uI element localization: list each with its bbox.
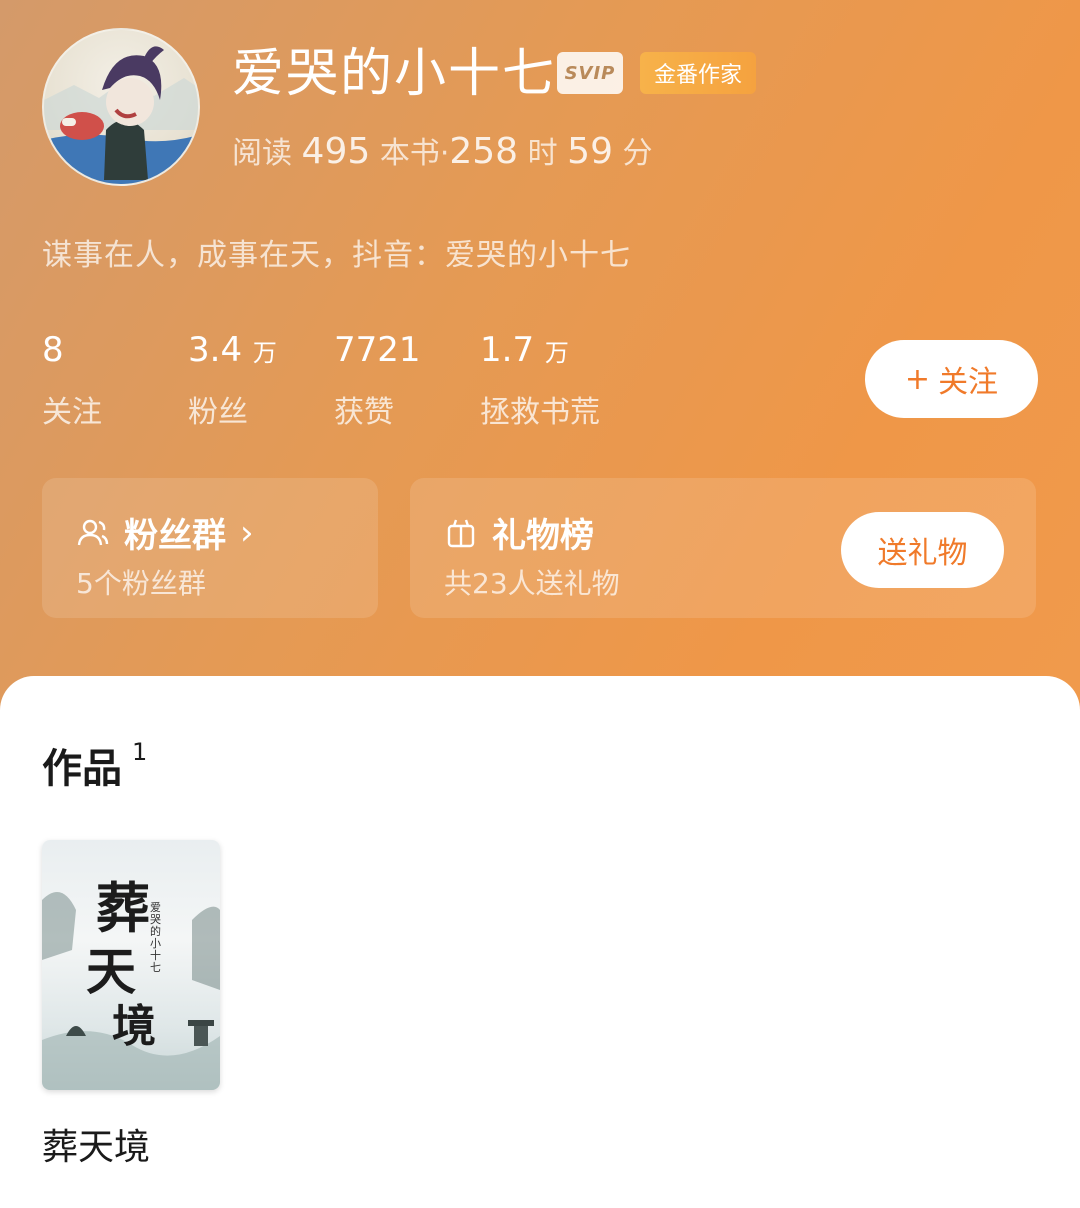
send-gift-button[interactable]: 送礼物 — [841, 512, 1004, 588]
stat-value: 8 — [42, 330, 64, 370]
stat-label: 关注 — [42, 395, 102, 430]
reading-stats: 阅读 495 本书·258 时 59 分 — [232, 130, 653, 176]
book-title[interactable]: 葬天境 — [42, 1118, 150, 1170]
cover-author: 爱哭的小十七 — [150, 901, 161, 974]
writer-badge[interactable]: 金番作家 — [640, 52, 756, 94]
read-label: 阅读 — [232, 136, 292, 171]
avatar[interactable] — [42, 28, 200, 186]
stat-unit: 万 — [252, 339, 277, 367]
stat-label: 粉丝 — [188, 395, 248, 430]
fan-group-subtitle: 5个粉丝群 — [76, 567, 206, 600]
follow-button[interactable]: + 关注 — [865, 340, 1038, 418]
gift-rank-subtitle: 共23人送礼物 — [444, 567, 620, 600]
separator: · — [439, 136, 450, 171]
stat-unit: 万 — [544, 339, 569, 367]
people-icon — [77, 519, 109, 545]
gift-rank-title: 礼物榜 — [492, 516, 594, 556]
works-count: 1 — [132, 738, 148, 766]
stat-value: 7721 — [334, 330, 421, 370]
hours-read: 258 — [449, 131, 519, 172]
stat-value: 1.7 — [480, 330, 535, 370]
books-read: 495 — [301, 131, 371, 172]
svip-badge: SVIP — [557, 52, 623, 94]
book-cover[interactable]: 葬 天 境 爱哭的小十七 — [42, 840, 220, 1090]
stat-rescue[interactable]: 1.7 万 拯救书荒 — [480, 330, 600, 431]
books-unit: 本书 — [379, 136, 440, 171]
user-name: 爱哭的小十七 — [232, 44, 557, 104]
plus-icon: + — [904, 361, 931, 397]
stat-following[interactable]: 8 关注 — [42, 330, 102, 431]
follow-label: 关注 — [938, 365, 999, 400]
stat-label: 获赞 — [334, 395, 394, 430]
stat-likes[interactable]: 7721 获赞 — [334, 330, 421, 431]
stat-value: 3.4 — [188, 330, 243, 370]
hours-unit: 时 — [527, 136, 558, 171]
minutes-read: 59 — [567, 131, 613, 172]
minutes-unit: 分 — [622, 136, 653, 171]
fan-group-card[interactable]: 粉丝群 › 5个粉丝群 — [42, 478, 378, 618]
gift-icon — [447, 519, 475, 547]
avatar-illustration — [44, 46, 198, 184]
stat-label: 拯救书荒 — [480, 395, 600, 430]
works-title: 作品 — [42, 746, 122, 792]
fan-group-title: 粉丝群 — [124, 516, 226, 556]
stat-fans[interactable]: 3.4 万 粉丝 — [188, 330, 277, 431]
bio: 谋事在人，成事在天，抖音：爱哭的小十七 — [42, 238, 631, 273]
cover-char: 境 — [112, 1001, 156, 1052]
chevron-right-icon: › — [240, 512, 254, 553]
